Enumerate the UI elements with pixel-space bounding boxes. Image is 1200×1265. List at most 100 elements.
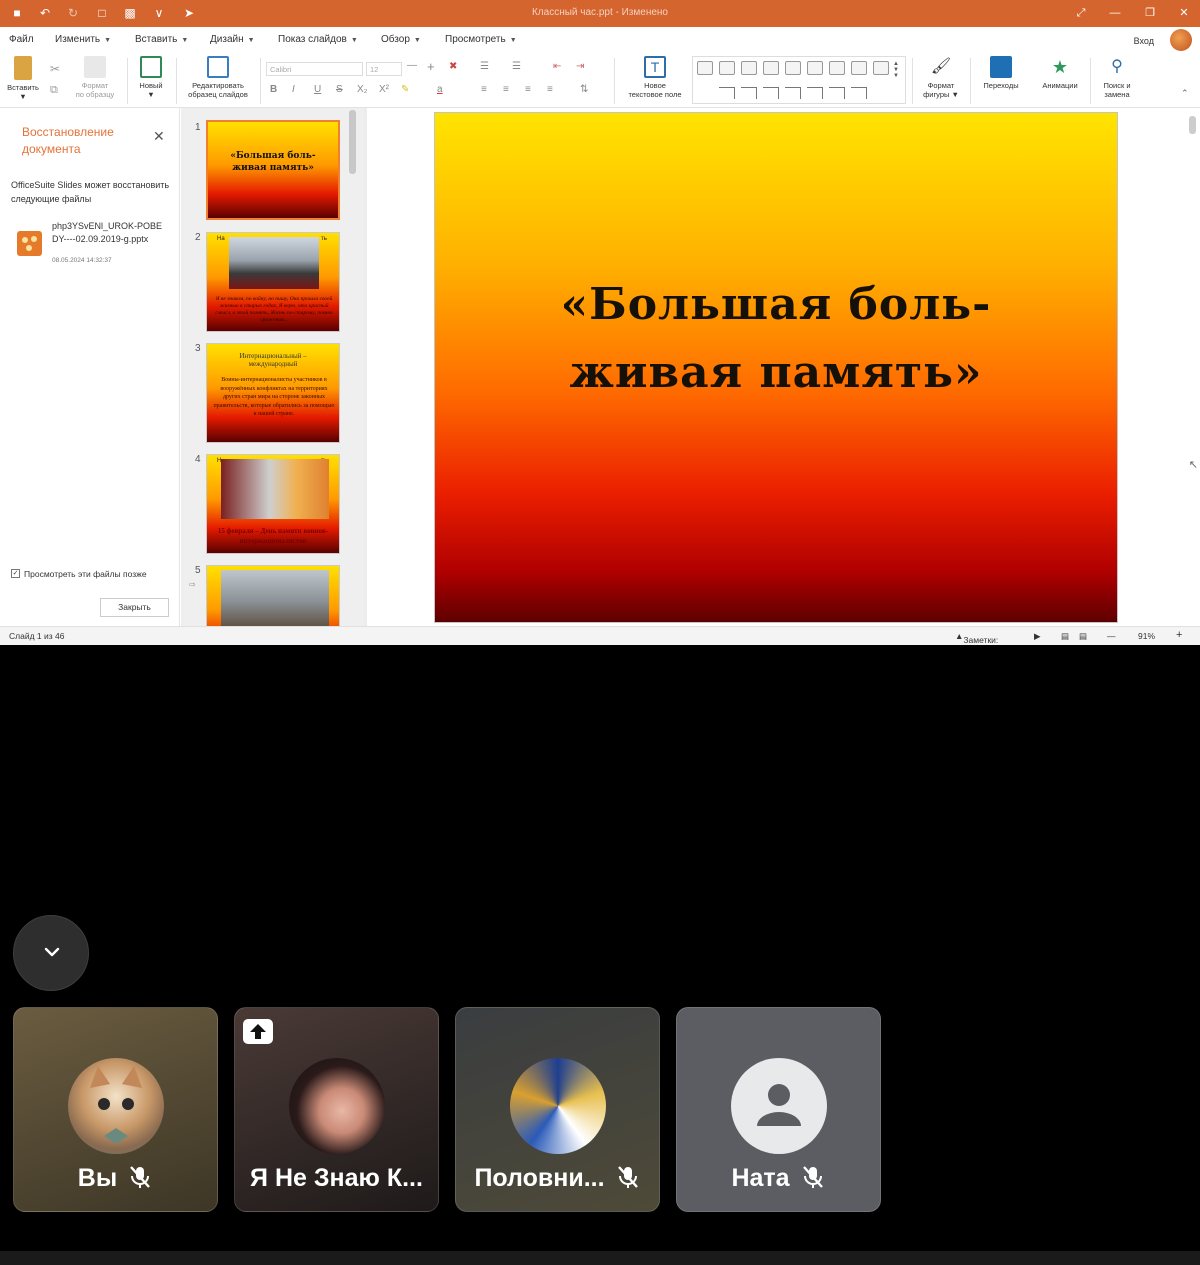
thumb-number: 2 <box>195 232 201 243</box>
menu-review[interactable]: Обзор ▼ <box>381 34 421 45</box>
participant-name: Ната <box>677 1164 880 1193</box>
close-button[interactable]: Закрыть <box>100 598 169 617</box>
new-slide-icon <box>140 56 162 78</box>
cut-icon[interactable]: ✂ <box>50 62 60 76</box>
slide-scrollbar[interactable] <box>1189 116 1196 134</box>
line-spacing-icon[interactable]: ⇅ <box>580 84 588 95</box>
mouse-cursor-icon: ↖ <box>1188 459 1198 471</box>
subscript-icon[interactable]: X₂ <box>357 84 368 95</box>
superscript-icon[interactable]: X² <box>379 84 389 95</box>
participant-tile-4[interactable]: Ната <box>676 1007 881 1212</box>
shape-format-button[interactable]: 🖌 Формат фигуры ▼ <box>917 56 965 99</box>
italic-icon[interactable]: I <box>292 84 295 95</box>
menu-file[interactable]: Файл <box>9 34 34 45</box>
align-right-icon[interactable]: ≡ <box>525 84 531 95</box>
pptx-file-icon[interactable] <box>17 231 42 256</box>
font-name-select[interactable]: Calibri <box>266 62 363 76</box>
mic-muted-icon <box>617 1166 638 1188</box>
view-later-checkbox[interactable]: ✓ <box>11 569 20 578</box>
highlight-icon[interactable]: ✎ <box>401 84 409 95</box>
close-window-icon[interactable]: ✕ <box>1176 5 1192 21</box>
star-icon: ★ <box>1049 56 1071 78</box>
maximize-icon[interactable]: ❐ <box>1142 5 1158 21</box>
map-collage-photo <box>221 459 329 519</box>
notes-toggle[interactable]: ▲ Заметки: 0 <box>955 631 998 645</box>
title-bar: ■ ↶ ↻ □ ▩ ∨ ➤ Классный час.ppt - Изменен… <box>0 0 1200 27</box>
participant-tile-3[interactable]: Половни... <box>455 1007 660 1212</box>
recovered-file-name[interactable]: php3YSvENl_UROK-POBEDY----02.09.2019-g.p… <box>52 220 167 245</box>
underline-icon[interactable]: U <box>314 84 321 95</box>
participant-tile-2[interactable]: Я Не Знаю К... <box>234 1007 439 1212</box>
thumb-header: Интернациональный – международный <box>239 352 307 368</box>
clipboard-icon <box>14 56 32 80</box>
slide-thumbnail-3[interactable]: Интернациональный – международный Воины-… <box>206 343 340 443</box>
slide-thumbnail-5[interactable] <box>206 565 340 626</box>
view-later-label: Просмотреть эти файлы позже <box>24 569 147 579</box>
mic-muted-icon <box>130 1166 151 1188</box>
default-person-avatar <box>731 1058 827 1154</box>
participant-tile-you[interactable]: Вы <box>13 1007 218 1212</box>
recovery-description: OfficeSuite Slides может восстановить сл… <box>11 180 170 204</box>
find-replace-button[interactable]: ⚲ Поиск и замена <box>1096 56 1138 99</box>
anime-character-avatar <box>510 1058 606 1154</box>
strikethrough-icon[interactable]: S <box>336 84 343 95</box>
bullets-icon[interactable]: ☰ <box>480 61 489 72</box>
thumb-number: 5 <box>195 565 201 576</box>
menu-view[interactable]: Просмотреть ▼ <box>445 34 517 45</box>
font-color-icon[interactable]: a <box>437 84 443 95</box>
zoom-in-icon[interactable]: + <box>1176 629 1182 641</box>
decrease-indent-icon[interactable]: ⇤ <box>553 61 561 72</box>
thumb-number: 3 <box>195 343 201 354</box>
bold-icon[interactable]: B <box>270 84 277 95</box>
new-textbox-button[interactable]: T Новое текстовое поле <box>621 56 689 99</box>
presentation-app-window: ■ ↶ ↻ □ ▩ ∨ ➤ Классный час.ppt - Изменен… <box>0 0 1200 645</box>
copy-icon[interactable]: ⧉ <box>50 84 58 97</box>
outline-view-icon[interactable]: ▤ <box>1079 631 1087 642</box>
share-screen-icon <box>243 1019 273 1044</box>
paintbrush-icon <box>84 56 106 78</box>
clear-format-icon[interactable]: ✖ <box>449 61 457 72</box>
slide-thumbnail-2[interactable]: На ть Я не знаком, по войну, но пишу, Он… <box>206 232 340 332</box>
menu-slideshow[interactable]: Показ слайдов ▼ <box>278 34 358 45</box>
thumb-caption: 15 февраля – День памяти воинов-интернац… <box>217 527 329 545</box>
align-center-icon[interactable]: ≡ <box>503 84 509 95</box>
woman-photo-avatar <box>289 1058 385 1154</box>
font-size-select[interactable]: 12 <box>366 62 402 76</box>
normal-view-icon[interactable]: ▤ <box>1061 631 1069 642</box>
edit-master-button[interactable]: Редактировать образец слайдов <box>183 56 253 99</box>
align-left-icon[interactable]: ≡ <box>481 84 487 95</box>
menu-insert[interactable]: Вставить ▼ <box>135 34 188 45</box>
transition-marker-icon: ⇨ <box>189 580 196 589</box>
numbering-icon[interactable]: ☰ <box>512 61 521 72</box>
zoom-out-icon[interactable]: — <box>1107 631 1116 641</box>
decrease-font-icon[interactable]: — <box>407 60 417 71</box>
play-icon[interactable]: ▶ <box>1034 631 1041 642</box>
increase-indent-icon[interactable]: ⇥ <box>576 61 584 72</box>
close-recovery-icon[interactable]: ✕ <box>153 128 165 145</box>
menu-edit[interactable]: Изменить ▼ <box>55 34 111 45</box>
paste-button[interactable]: Вставить ▼ <box>4 56 42 101</box>
justify-icon[interactable]: ≡ <box>547 84 553 95</box>
new-slide-button[interactable]: Новый ▼ <box>134 56 168 99</box>
zoom-level[interactable]: 91% <box>1138 631 1155 641</box>
increase-font-icon[interactable]: + <box>427 59 435 74</box>
gallery-more-icon[interactable]: ▲ ▼ ▼ <box>893 61 899 79</box>
menu-design[interactable]: Дизайн ▼ <box>210 34 255 45</box>
collapse-participants-button[interactable] <box>13 915 89 991</box>
slide-thumbnail-4[interactable]: Н ть 15 февраля – День памяти воинов-инт… <box>206 454 340 554</box>
minimize-icon[interactable]: — <box>1107 5 1123 21</box>
ribbon-toolbar: Вставить ▼ ✂ ⧉ Формат по образцу Новый ▼ Ре… <box>0 52 1200 108</box>
slide-title[interactable]: «Большая боль-живая память» <box>435 271 1117 407</box>
shapes-gallery[interactable]: ▲ ▼ ▼ <box>692 56 906 104</box>
user-avatar[interactable] <box>1170 29 1192 51</box>
soldiers-photo <box>229 237 319 289</box>
fullscreen-icon[interactable]: ⤢ <box>1073 5 1089 21</box>
slide-thumbnail-1[interactable]: «Большая боль-живая память» <box>206 120 340 220</box>
format-painter-button[interactable]: Формат по образцу <box>68 56 122 99</box>
current-slide[interactable]: «Большая боль-живая память» <box>434 112 1118 623</box>
animations-button[interactable]: ★ Анимации <box>1036 56 1084 90</box>
login-link[interactable]: Вход <box>1134 36 1154 46</box>
transitions-button[interactable]: Переходы <box>977 56 1025 90</box>
thumbnails-scrollbar[interactable] <box>349 110 356 174</box>
collapse-ribbon-icon[interactable]: ⌃ <box>1181 88 1189 99</box>
